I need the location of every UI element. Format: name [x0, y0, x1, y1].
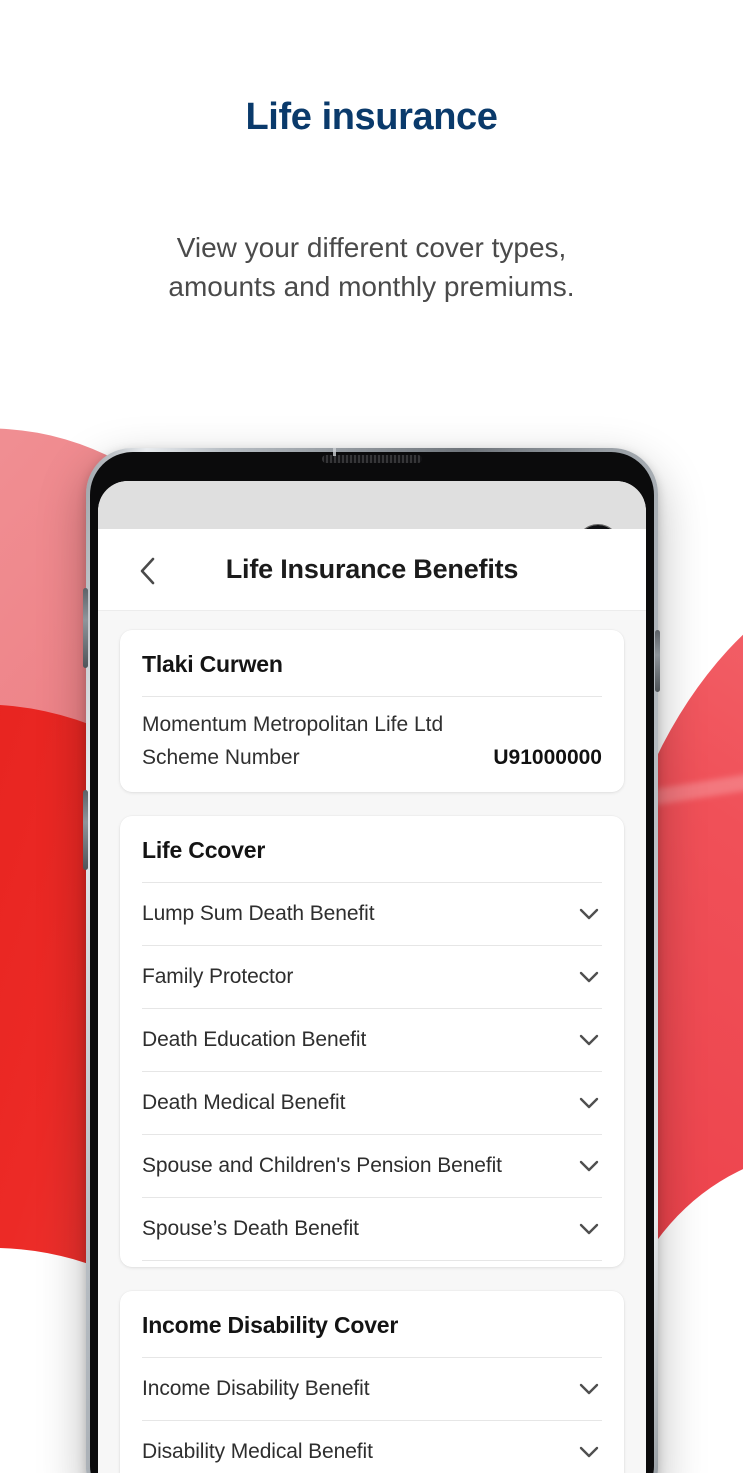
cover-card-life: Life Ccover Lump Sum Death Benefit Famil… — [120, 816, 624, 1267]
benefit-row[interactable]: Lump Sum Death Benefit — [142, 883, 602, 945]
power-button[interactable] — [655, 630, 660, 692]
scheme-number-row: Scheme Number U91000000 — [142, 737, 602, 792]
scheme-number-label: Scheme Number — [142, 746, 300, 769]
benefit-label: Spouse’s Death Benefit — [142, 1217, 359, 1240]
chevron-down-icon[interactable] — [578, 1378, 600, 1400]
cover-card-income-disability: Income Disability Cover Income Disabilit… — [120, 1291, 624, 1473]
insurer-name: Momentum Metropolitan Life Ltd — [142, 713, 444, 736]
phone-screen: Life Insurance Benefits Tlaki Curwen Mom… — [98, 481, 646, 1473]
benefit-row[interactable]: Income Disability Benefit — [142, 1358, 602, 1420]
benefit-label: Family Protector — [142, 965, 294, 988]
page-subtitle-line1: View your different cover types, — [176, 232, 567, 263]
phone-bezel: Life Insurance Benefits Tlaki Curwen Mom… — [90, 452, 654, 1473]
benefit-row[interactable]: Spouse’s Death Benefit — [142, 1198, 602, 1260]
benefit-row[interactable]: Death Medical Benefit — [142, 1072, 602, 1134]
benefit-label: Spouse and Children's Pension Benefit — [142, 1154, 502, 1177]
phone-top-seam — [333, 448, 336, 456]
card-padding — [142, 1261, 602, 1267]
benefit-row[interactable]: Disability Medical Benefit — [142, 1421, 602, 1473]
earpiece-speaker-icon — [322, 455, 422, 463]
chevron-down-icon[interactable] — [578, 1441, 600, 1463]
benefit-label: Death Education Benefit — [142, 1028, 367, 1051]
cover-card-title: Income Disability Cover — [142, 1312, 399, 1338]
page-subtitle-line2: amounts and monthly premiums. — [168, 271, 575, 302]
benefits-scroll-content[interactable]: Tlaki Curwen Momentum Metropolitan Life … — [98, 612, 646, 1473]
promo-page: Life insurance View your different cover… — [0, 0, 743, 1473]
chevron-down-icon[interactable] — [578, 1092, 600, 1114]
benefit-row[interactable]: Death Education Benefit — [142, 1009, 602, 1071]
benefit-label: Income Disability Benefit — [142, 1377, 370, 1400]
benefit-row[interactable]: Spouse and Children's Pension Benefit — [142, 1135, 602, 1197]
status-bar — [98, 481, 646, 529]
phone-device-frame: Life Insurance Benefits Tlaki Curwen Mom… — [86, 448, 658, 1473]
benefit-label: Disability Medical Benefit — [142, 1440, 373, 1463]
app-header: Life Insurance Benefits — [98, 529, 646, 611]
volume-down-button[interactable] — [83, 790, 88, 870]
chevron-down-icon[interactable] — [578, 1029, 600, 1051]
chevron-down-icon[interactable] — [578, 903, 600, 925]
chevron-down-icon[interactable] — [578, 1218, 600, 1240]
volume-up-button[interactable] — [83, 588, 88, 668]
cover-card-title: Life Ccover — [142, 837, 266, 863]
page-subtitle: View your different cover types, amounts… — [0, 228, 743, 306]
chevron-down-icon[interactable] — [578, 966, 600, 988]
page-title: Life insurance — [245, 96, 498, 138]
benefit-row[interactable]: Family Protector — [142, 946, 602, 1008]
chevron-down-icon[interactable] — [578, 1155, 600, 1177]
scheme-number-value: U91000000 — [493, 746, 602, 769]
app-screen-title: Life Insurance Benefits — [225, 554, 519, 584]
member-name: Tlaki Curwen — [142, 651, 283, 677]
benefit-label: Lump Sum Death Benefit — [142, 902, 375, 925]
member-card: Tlaki Curwen Momentum Metropolitan Life … — [120, 630, 624, 792]
benefit-label: Death Medical Benefit — [142, 1091, 346, 1114]
